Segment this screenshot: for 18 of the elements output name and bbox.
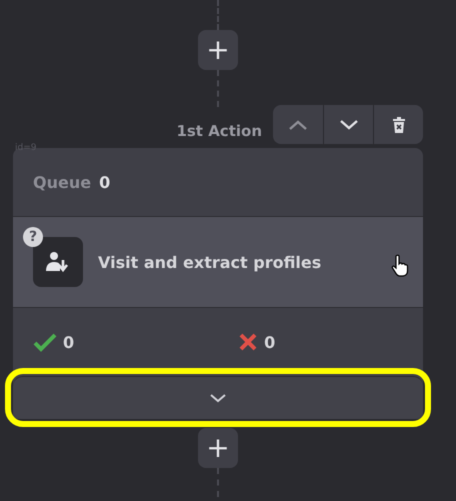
step-row[interactable]: ? Visit and extract profiles xyxy=(13,217,423,308)
hand-cursor-icon xyxy=(391,254,409,278)
check-icon xyxy=(33,332,57,352)
chevron-down-icon xyxy=(209,393,227,403)
queue-label: Queue xyxy=(33,172,92,192)
chevron-down-icon xyxy=(338,118,358,130)
trash-icon xyxy=(392,116,406,134)
cross-icon xyxy=(238,332,258,352)
person-download-icon xyxy=(45,251,71,273)
add-step-button[interactable]: + xyxy=(198,30,238,70)
chevron-up-icon xyxy=(288,118,308,130)
step-title: Visit and extract profiles xyxy=(98,252,322,272)
add-step-button[interactable]: + xyxy=(198,428,238,468)
queue-count: 0 xyxy=(99,172,110,192)
failed-count: 0 xyxy=(238,332,276,352)
action-title: 1st Action xyxy=(176,122,262,140)
success-count: 0 xyxy=(33,332,74,352)
help-badge[interactable]: ? xyxy=(23,227,43,247)
